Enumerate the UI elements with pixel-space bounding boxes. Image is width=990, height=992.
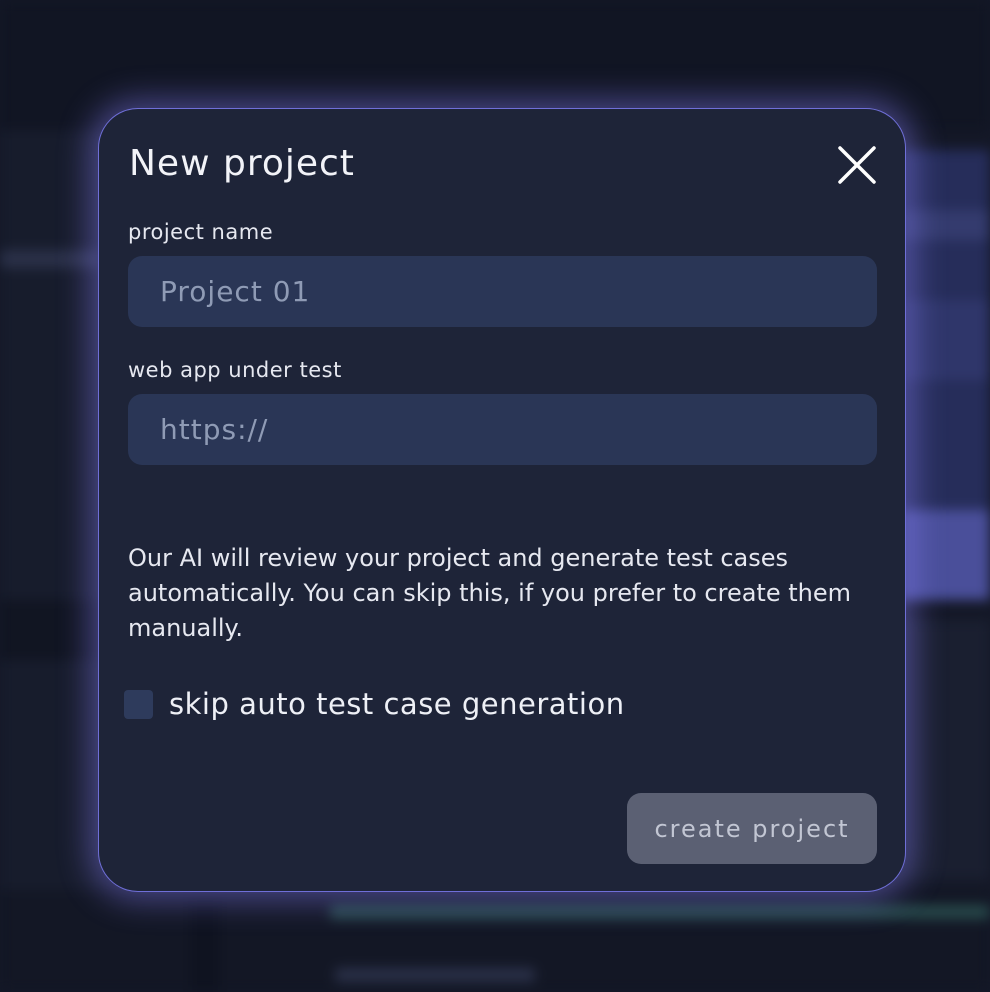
background-footer-column [190, 900, 220, 992]
close-icon [838, 146, 876, 184]
skip-generation-checkbox[interactable] [124, 690, 153, 719]
close-button[interactable] [837, 145, 877, 185]
ai-description: Our AI will review your project and gene… [128, 544, 851, 642]
background-divider [0, 600, 100, 660]
new-project-dialog: New project project name web app under t… [98, 108, 906, 892]
dialog-title: New project [129, 143, 355, 184]
create-project-button[interactable]: create project [627, 793, 877, 864]
background-footer-text [335, 968, 535, 982]
background-progress-line [330, 905, 990, 919]
background-right-highlight [900, 510, 990, 600]
web-app-url-input[interactable] [128, 394, 877, 465]
background-right-lower [900, 620, 990, 880]
background-right-row [900, 300, 990, 380]
project-name-label: project name [128, 220, 274, 244]
web-app-label: web app under test [128, 358, 342, 382]
project-name-input[interactable] [128, 256, 877, 327]
background-right-row [900, 210, 990, 240]
background-sidebar-item [0, 250, 100, 268]
skip-generation-label[interactable]: skip auto test case generation [169, 687, 625, 721]
